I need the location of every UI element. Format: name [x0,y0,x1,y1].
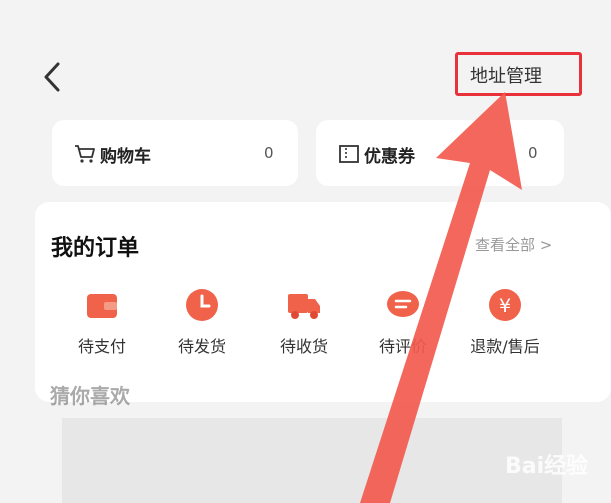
truck-icon [288,294,320,319]
wallet-icon [87,294,117,318]
status-label: 待支付 [77,337,126,356]
view-all-orders-link[interactable]: 查看全部 > [475,234,552,255]
cart-card[interactable]: 购物车 0 [52,120,298,186]
cart-label: 购物车 [100,147,151,167]
coupon-count: 0 [528,144,538,162]
status-label: 退款/售后 [470,337,540,356]
cart-count: 0 [264,144,274,162]
guess-you-like-title: 猜你喜欢 [50,384,130,408]
status-pending-review[interactable]: 待评价 [353,287,453,357]
coupon-icon [339,145,359,163]
baidu-watermark: Bai经验 [505,454,589,479]
status-label: 待发货 [177,337,226,356]
comment-icon [387,291,419,317]
status-pending-shipment[interactable]: 待发货 [152,287,252,357]
orders-title: 我的订单 [51,236,140,261]
yen-icon: ¥ [489,289,521,321]
clock-icon [186,289,218,321]
top-bar: 地址管理 [0,0,611,110]
recommendation-banner [62,418,562,503]
my-orders-panel: 我的订单 查看全部 > 待支付 待发货 待收货 待评价 ¥ 退款/售后 [35,202,611,402]
status-label: 待收货 [279,337,328,356]
status-pending-payment[interactable]: 待支付 [52,287,152,357]
svg-text:¥: ¥ [499,295,511,317]
back-arrow-icon[interactable] [38,60,68,94]
highlight-box [455,52,582,96]
cart-icon [75,145,95,163]
status-refund-after-sales[interactable]: ¥ 退款/售后 [455,287,555,357]
status-pending-receipt[interactable]: 待收货 [254,287,354,357]
coupon-label: 优惠券 [364,147,415,167]
status-label: 待评价 [378,337,427,356]
coupon-card[interactable]: 优惠券 0 [316,120,564,186]
